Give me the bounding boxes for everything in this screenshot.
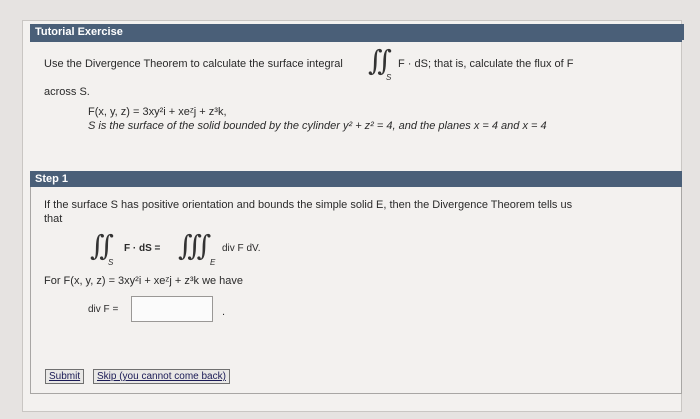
lhs-double-integral-symbol: ∬ [90,229,114,262]
tutorial-header: Tutorial Exercise [30,24,684,40]
rhs-expression: div F dV. [222,243,261,254]
step1-line2: that [44,213,63,225]
rhs-triple-integral-symbol: ∭ [178,229,211,262]
lhs-subscript: S [108,258,114,267]
across-text: across S. [44,86,90,98]
div-f-answer-input[interactable] [131,296,213,322]
period: . [222,306,226,318]
double-integral-symbol: ∬ [368,44,392,77]
tutorial-header-rule [30,40,682,42]
rhs-subscript: E [210,258,216,267]
step1-header-title: Step 1 [35,173,69,185]
surface-description: S is the surface of the solid bounded by… [88,120,547,132]
step1-box [30,186,682,394]
for-line: For F(x, y, z) = 3xy²i + xeᶻj + z³k we h… [44,275,244,287]
tutorial-header-title: Tutorial Exercise [35,26,123,38]
skip-button[interactable]: Skip (you cannot come back) [93,369,230,384]
div-label: div F = [88,304,119,315]
intro-text-after: F · dS; that is, calculate the flux of F [398,58,574,70]
lhs-expression: F · dS = [124,243,161,254]
submit-button[interactable]: Submit [45,369,85,384]
step1-header-rule [30,186,682,187]
step1-header: Step 1 [30,171,682,187]
field-definition: F(x, y, z) = 3xy²i + xeᶻj + z³k, [88,106,227,118]
intro-text: Use the Divergence Theorem to calculate … [44,58,343,70]
integral-subscript-s: S [386,73,392,82]
step1-line1: If the surface S has positive orientatio… [44,199,573,211]
